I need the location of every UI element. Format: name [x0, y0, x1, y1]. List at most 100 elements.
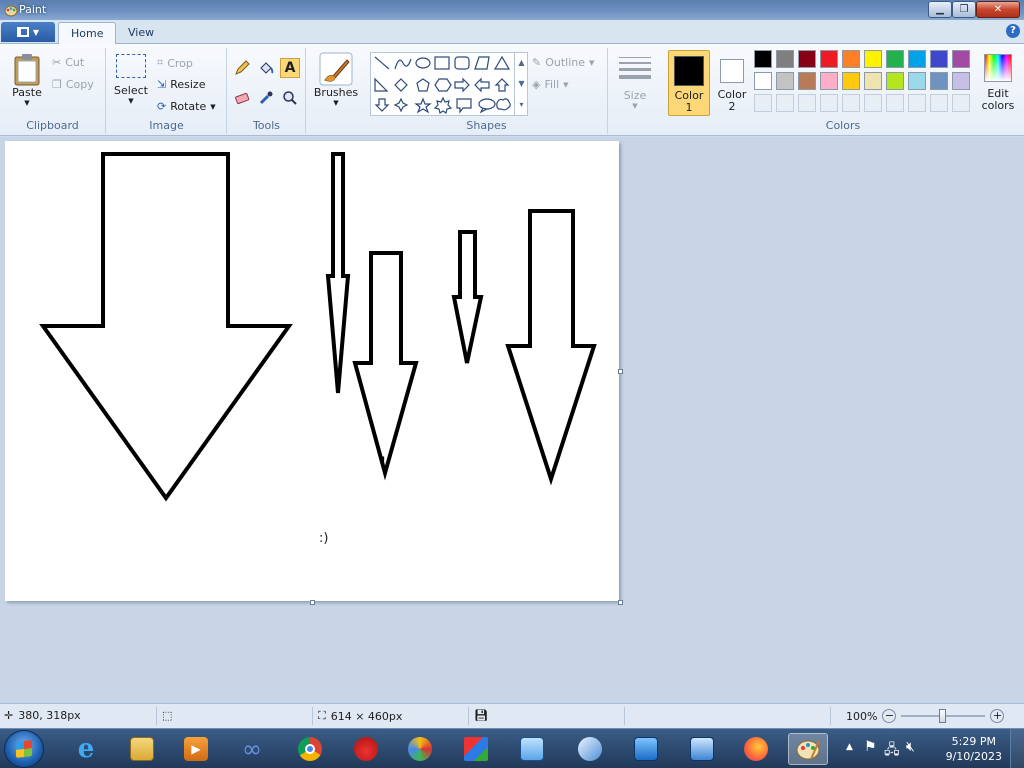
- shapes-scroll[interactable]: ▲ ▼ ▾: [514, 52, 528, 116]
- custom-color-slot[interactable]: [754, 94, 772, 112]
- custom-color-slot[interactable]: [776, 94, 794, 112]
- magnifier-tool[interactable]: [280, 88, 300, 108]
- taskbar-file-explorer[interactable]: [122, 733, 162, 765]
- paint-app-icon[interactable]: [4, 3, 18, 17]
- help-icon[interactable]: ?: [1006, 24, 1020, 38]
- select-button[interactable]: Select ▼: [113, 54, 149, 105]
- image-group: Select ▼ ⌗ Crop ⇲ Resize ⟳ Rotate ▼ Imag…: [107, 48, 227, 134]
- palette-swatch[interactable]: [776, 72, 794, 90]
- eraser-tool[interactable]: [232, 88, 252, 108]
- network-icon[interactable]: 🖧︎: [884, 739, 900, 763]
- resize-handle-right[interactable]: [618, 369, 623, 374]
- zoom-out-button[interactable]: −: [882, 709, 897, 723]
- edit-colors-button[interactable]: Edit colors: [976, 50, 1020, 116]
- cut-button[interactable]: ✂ Cut: [52, 56, 84, 69]
- taskbar-chrome[interactable]: [290, 733, 330, 765]
- paint-menu-button[interactable]: ▼: [1, 22, 55, 42]
- taskbar-app-ink[interactable]: [570, 733, 610, 765]
- zoom-in-button[interactable]: +: [990, 709, 1005, 723]
- pencil-tool[interactable]: [232, 58, 252, 78]
- colorful-app-icon: [408, 737, 432, 761]
- tab-view[interactable]: View: [116, 22, 166, 44]
- palette-swatch[interactable]: [776, 50, 794, 68]
- zoom-slider-thumb[interactable]: [939, 709, 947, 723]
- paste-button[interactable]: Paste ▼: [8, 52, 46, 107]
- taskbar-app-shapes[interactable]: [456, 733, 496, 765]
- palette-swatch[interactable]: [864, 50, 882, 68]
- custom-color-slot[interactable]: [820, 94, 838, 112]
- brushes-button[interactable]: Brushes ▼: [313, 52, 359, 107]
- palette-swatch[interactable]: [754, 72, 772, 90]
- color2-button[interactable]: Color 2: [712, 50, 752, 116]
- resize-handle-bottom[interactable]: [310, 600, 315, 605]
- shapes-icon-grid: [374, 55, 511, 114]
- zoom-slider[interactable]: [901, 709, 986, 723]
- resize-handle-corner[interactable]: [618, 600, 623, 605]
- taskbar-paint[interactable]: [788, 733, 828, 765]
- palette-swatch[interactable]: [864, 72, 882, 90]
- custom-color-slot[interactable]: [864, 94, 882, 112]
- rotate-button[interactable]: ⟳ Rotate ▼: [157, 100, 216, 113]
- file-size: 💾︎: [474, 709, 488, 722]
- taskbar-app-infinity[interactable]: ∞: [232, 733, 272, 765]
- taskbar-firefox[interactable]: [736, 733, 776, 765]
- color1-button[interactable]: Color 1: [668, 50, 710, 116]
- windows-taskbar: e ▶ ∞ ▲ ⚑ 🖧︎ 🔇︎ 5:29 PM 9/10/2023: [0, 728, 1024, 768]
- palette-swatch[interactable]: [952, 72, 970, 90]
- taskbar-internet-explorer[interactable]: e: [66, 733, 106, 765]
- size-button[interactable]: Size ▼: [615, 54, 655, 110]
- palette-swatch[interactable]: [798, 72, 816, 90]
- display-icon: [634, 737, 658, 761]
- taskbar-app-monitor[interactable]: [512, 733, 552, 765]
- chevron-down-icon: ▼: [210, 102, 216, 111]
- custom-color-slot[interactable]: [930, 94, 948, 112]
- palette-swatch[interactable]: [930, 50, 948, 68]
- drawing-canvas[interactable]: I :): [5, 141, 619, 601]
- taskbar-app-remote[interactable]: [682, 733, 722, 765]
- palette-swatch[interactable]: [798, 50, 816, 68]
- palette-swatch[interactable]: [886, 50, 904, 68]
- custom-color-slot[interactable]: [886, 94, 904, 112]
- palette-swatch[interactable]: [886, 72, 904, 90]
- scroll-up-icon[interactable]: ▲: [515, 52, 528, 73]
- resize-button[interactable]: ⇲ Resize: [157, 78, 205, 91]
- scroll-down-icon[interactable]: ▼: [515, 73, 528, 94]
- custom-color-slot[interactable]: [842, 94, 860, 112]
- palette-swatch[interactable]: [820, 50, 838, 68]
- volume-muted-icon[interactable]: 🔇︎: [906, 739, 915, 755]
- crop-button[interactable]: ⌗ Crop: [157, 56, 193, 70]
- copy-button[interactable]: ❐ Copy: [52, 78, 94, 91]
- palette-swatch[interactable]: [930, 72, 948, 90]
- clipboard-group: Paste ▼ ✂ Cut ❐ Copy Clipboard: [0, 48, 106, 134]
- clock[interactable]: 5:29 PM 9/10/2023: [946, 734, 1002, 764]
- palette-swatch[interactable]: [820, 72, 838, 90]
- action-center-flag-icon[interactable]: ⚑: [864, 739, 877, 755]
- minimize-button[interactable]: ▁: [928, 1, 952, 18]
- custom-color-slot[interactable]: [952, 94, 970, 112]
- start-button[interactable]: [4, 730, 44, 768]
- taskbar-app-colorful[interactable]: [400, 733, 440, 765]
- close-button[interactable]: ✕: [976, 1, 1020, 18]
- palette-swatch[interactable]: [908, 72, 926, 90]
- palette-swatch[interactable]: [842, 50, 860, 68]
- taskbar-app-display[interactable]: [626, 733, 666, 765]
- tab-home[interactable]: Home: [58, 22, 117, 45]
- custom-color-slot[interactable]: [798, 94, 816, 112]
- taskbar-media-player[interactable]: ▶: [176, 733, 216, 765]
- palette-swatch[interactable]: [952, 50, 970, 68]
- taskbar-app-red[interactable]: [346, 733, 386, 765]
- palette-swatch[interactable]: [908, 50, 926, 68]
- fill-tool[interactable]: [256, 58, 276, 78]
- show-desktop-button[interactable]: [1010, 729, 1024, 768]
- custom-color-slot[interactable]: [908, 94, 926, 112]
- palette-swatch[interactable]: [842, 72, 860, 90]
- shapes-group-label: Shapes: [466, 119, 507, 132]
- fill-button[interactable]: ◈ Fill ▼: [532, 78, 569, 91]
- expand-gallery-icon[interactable]: ▾: [515, 94, 528, 115]
- text-tool[interactable]: A: [280, 58, 300, 78]
- palette-swatch[interactable]: [754, 50, 772, 68]
- maximize-button[interactable]: ❐: [952, 1, 976, 18]
- outline-button[interactable]: ✎ Outline ▼: [532, 56, 594, 69]
- color-picker-tool[interactable]: [256, 88, 276, 108]
- show-hidden-icons-button[interactable]: ▲: [846, 742, 853, 752]
